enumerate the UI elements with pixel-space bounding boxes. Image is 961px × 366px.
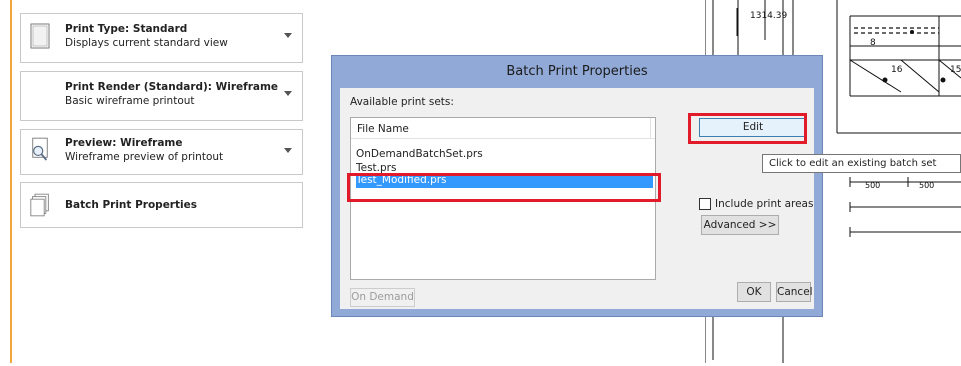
- edit-highlight-annotation: [688, 113, 807, 144]
- option-subtitle: Displays current standard view: [65, 37, 228, 49]
- selection-highlight-annotation: [347, 173, 661, 202]
- cancel-button[interactable]: Cancel: [776, 282, 813, 302]
- dimension-label: 15: [950, 65, 961, 75]
- include-print-areas[interactable]: Include print areas: [699, 197, 813, 211]
- page-icon: [30, 23, 50, 49]
- option-title: Batch Print Properties: [65, 199, 197, 211]
- column-header-file-name[interactable]: File Name: [357, 123, 409, 135]
- dimension-label: 500: [919, 181, 934, 190]
- on-demand-button[interactable]: On Demand: [350, 288, 415, 307]
- list-item[interactable]: OnDemandBatchSet.prs: [356, 147, 483, 162]
- dialog-title: Batch Print Properties: [506, 64, 648, 79]
- option-title: Print Type: Standard: [65, 23, 188, 35]
- include-print-areas-checkbox[interactable]: [699, 198, 711, 210]
- magnifier-page-icon: [32, 137, 48, 161]
- print-options-panel: Print Type: Standard Displays current st…: [0, 0, 318, 363]
- option-print-render[interactable]: Print Render (Standard): Wireframe Basic…: [20, 71, 303, 121]
- option-title: Print Render (Standard): Wireframe: [65, 81, 279, 93]
- stacked-pages-icon: [30, 193, 49, 217]
- advanced-button[interactable]: Advanced >>: [701, 215, 779, 235]
- chevron-down-icon[interactable]: [284, 148, 292, 153]
- option-title: Preview: Wireframe: [65, 137, 183, 149]
- dimension-label: 500: [865, 181, 880, 190]
- option-subtitle: Basic wireframe printout: [65, 95, 195, 107]
- include-print-areas-label: Include print areas: [715, 198, 814, 210]
- option-batch-print[interactable]: Batch Print Properties: [20, 182, 303, 228]
- chevron-down-icon[interactable]: [284, 91, 292, 96]
- chevron-down-icon[interactable]: [284, 33, 292, 38]
- accent-rule: [10, 0, 12, 363]
- option-subtitle: Wireframe preview of printout: [65, 151, 224, 163]
- edit-tooltip: Click to edit an existing batch set: [762, 154, 961, 173]
- dimension-label: 16: [891, 65, 903, 75]
- list-item[interactable]: Test.prs: [356, 161, 396, 173]
- available-sets-label: Available print sets:: [350, 96, 454, 108]
- option-preview[interactable]: Preview: Wireframe Wireframe preview of …: [20, 129, 303, 175]
- ok-button[interactable]: OK: [737, 282, 771, 302]
- column-separator[interactable]: [650, 118, 651, 139]
- dimension-label: 1314.39: [750, 11, 787, 21]
- list-header[interactable]: File Name: [351, 118, 655, 139]
- dimension-label: 8: [870, 38, 876, 48]
- option-print-type[interactable]: Print Type: Standard Displays current st…: [20, 13, 303, 63]
